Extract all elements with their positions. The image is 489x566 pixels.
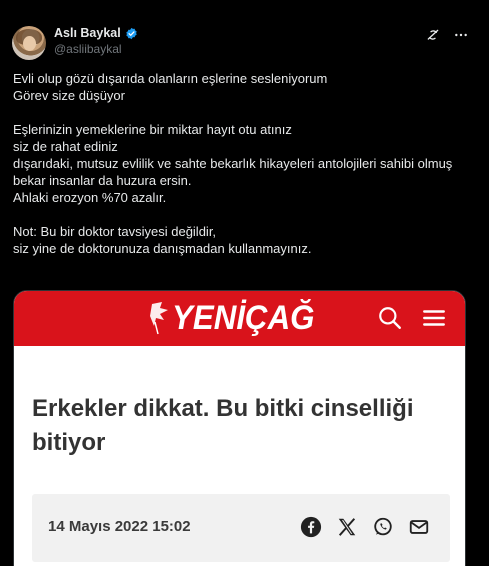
avatar[interactable]: [12, 26, 46, 60]
grok-icon[interactable]: [425, 27, 441, 43]
whatsapp-icon[interactable]: [372, 516, 394, 538]
bird-logo-icon: [150, 302, 168, 335]
author-name-row: Aslı Baykal: [54, 26, 138, 40]
handle[interactable]: @asliibaykal: [54, 42, 122, 56]
tweet: Aslı Baykal @asliibaykal Evli olup gözü …: [0, 0, 489, 566]
site-header-actions: [377, 305, 447, 331]
article-date: 14 Mayıs 2022 15:02: [48, 518, 191, 535]
site-logo[interactable]: YENİÇAĞ: [146, 299, 327, 337]
article-meta-bar: 14 Mayıs 2022 15:02: [32, 494, 450, 562]
display-name[interactable]: Aslı Baykal: [54, 26, 121, 40]
site-header: YENİÇAĞ: [14, 291, 465, 346]
tweet-media-card[interactable]: YENİÇAĞ Erkekler dikkat. Bu bitki cinsel…: [13, 290, 466, 566]
tweet-actions-top: [425, 27, 469, 43]
facebook-icon[interactable]: [300, 516, 322, 538]
tweet-text: Evli olup gözü dışarıda olanların eşleri…: [13, 71, 453, 256]
verified-badge-icon: [126, 27, 137, 39]
menu-icon[interactable]: [421, 305, 447, 331]
site-logo-text: YENİÇAĞ: [172, 299, 315, 337]
article-headline[interactable]: Erkekler dikkat. Bu bitki cinselliği bit…: [32, 392, 452, 460]
article-preview: Erkekler dikkat. Bu bitki cinselliği bit…: [14, 346, 465, 566]
search-icon[interactable]: [377, 305, 403, 331]
more-icon[interactable]: [453, 27, 469, 43]
share-icons: [300, 516, 430, 538]
x-icon[interactable]: [336, 516, 358, 538]
mail-icon[interactable]: [408, 516, 430, 538]
